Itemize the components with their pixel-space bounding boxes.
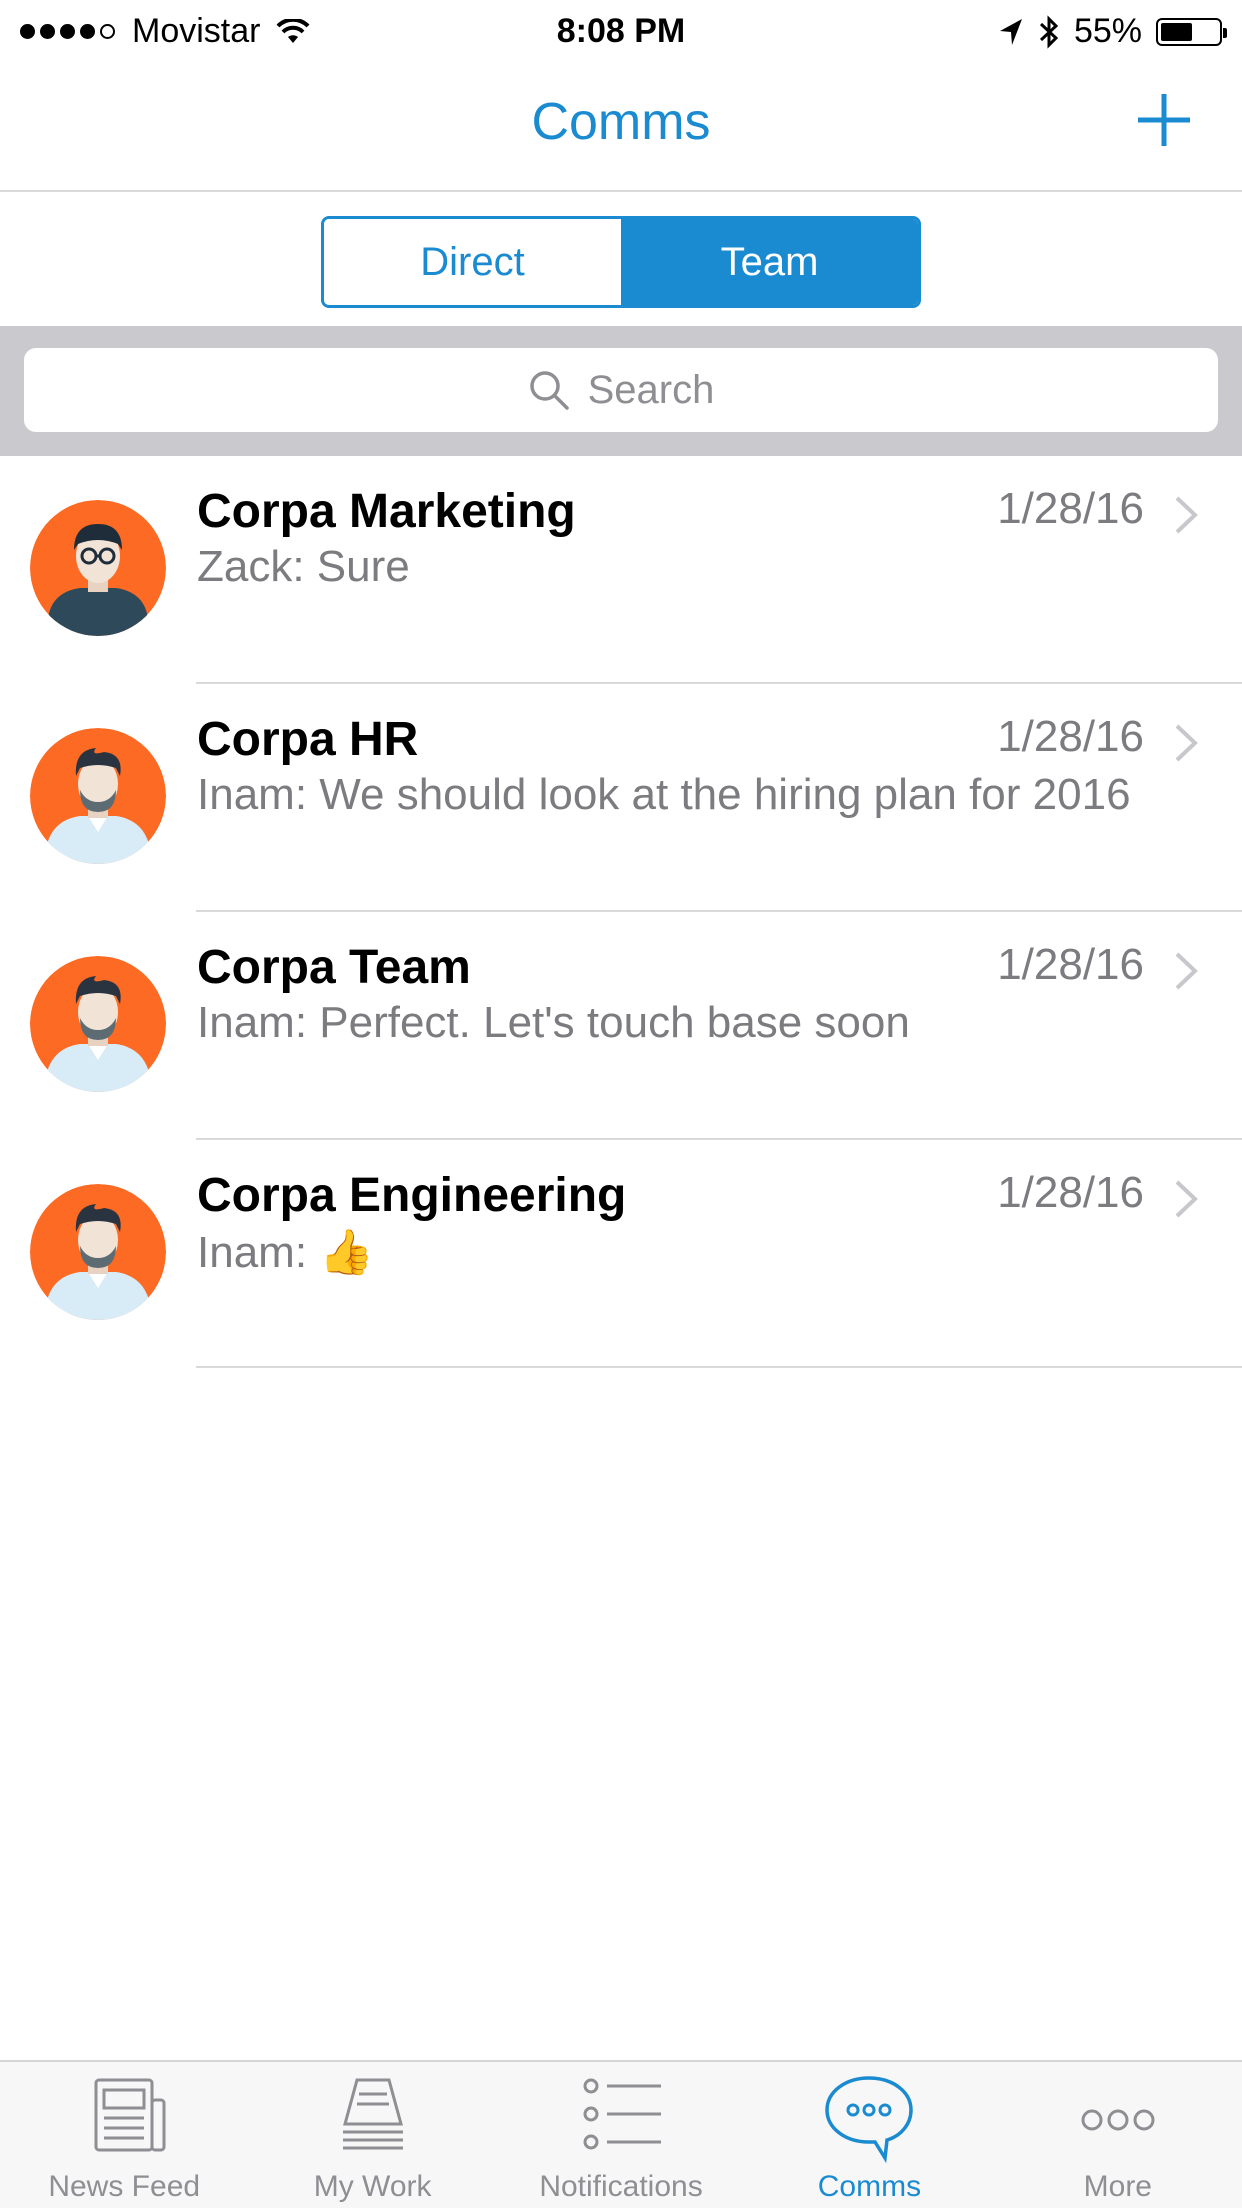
conversation-preview: Zack: Sure	[197, 542, 410, 591]
segment-direct[interactable]: Direct	[324, 219, 621, 305]
chevron-right-icon	[1175, 724, 1198, 762]
chevron-right-icon	[1175, 1180, 1198, 1218]
conversation-preview: Inam: 👍	[197, 1228, 375, 1277]
conversation-date: 1/28/16	[997, 940, 1144, 989]
search-icon	[529, 371, 569, 410]
conversation-title: Corpa HR	[197, 713, 419, 766]
chevron-right-icon	[1175, 496, 1198, 534]
add-button[interactable]	[1136, 92, 1192, 148]
tab-label: Notifications	[539, 2170, 703, 2203]
tab-label: My Work	[313, 2170, 432, 2203]
search-input[interactable]: Search	[24, 348, 1218, 432]
conversation-row[interactable]: Corpa HR 1/28/16 Inam: We should look at…	[0, 684, 1242, 912]
conversation-date: 1/28/16	[997, 712, 1144, 761]
man-beard-avatar	[30, 728, 166, 864]
conversation-list: Corpa Marketing 1/28/16 Zack: Sure Corpa…	[0, 456, 1242, 1368]
chevron-right-icon	[1175, 952, 1198, 990]
tab-my-work[interactable]: My Work	[248, 2062, 496, 2208]
man-glasses-avatar	[30, 500, 166, 636]
inbox-tray-icon	[342, 2078, 403, 2150]
list-icon	[583, 2078, 662, 2150]
navigation-bar: Comms	[0, 62, 1242, 192]
tab-news-feed[interactable]: News Feed	[0, 2062, 248, 2208]
battery-icon	[1156, 17, 1227, 46]
chat-bubble-icon	[825, 2076, 914, 2164]
battery-percent: 55%	[1073, 12, 1142, 50]
tab-notifications[interactable]: Notifications	[497, 2062, 745, 2208]
newspaper-icon	[94, 2078, 166, 2152]
search-bar: Search	[0, 326, 1242, 456]
man-beard-avatar	[30, 956, 166, 1092]
page-title: Comms	[531, 93, 711, 151]
conversation-preview: Inam: Perfect. Let's touch base soon	[197, 998, 910, 1047]
segment-team[interactable]: Team	[621, 219, 918, 305]
conversation-row[interactable]: Corpa Marketing 1/28/16 Zack: Sure	[0, 456, 1242, 684]
status-bar: Movistar 8:08 PM 55%	[0, 0, 1242, 62]
conversation-preview: Inam: We should look at the hiring plan …	[197, 770, 1131, 819]
man-beard-avatar	[30, 1184, 166, 1320]
conversation-title: Corpa Team	[197, 941, 471, 994]
search-placeholder: Search	[587, 367, 715, 412]
tab-comms[interactable]: Comms	[745, 2062, 993, 2208]
conversation-row[interactable]: Corpa Engineering 1/28/16 Inam: 👍	[0, 1140, 1242, 1368]
row-divider	[196, 1366, 1242, 1368]
bluetooth-icon	[1039, 14, 1059, 49]
conversation-title: Corpa Marketing	[197, 485, 576, 538]
tab-label: More	[1083, 2170, 1152, 2203]
more-dots-icon	[1081, 2109, 1155, 2131]
tab-bar: News Feed My Work Notifications Comms Mo…	[0, 2060, 1242, 2208]
conversation-date: 1/28/16	[997, 1168, 1144, 1217]
conversation-date: 1/28/16	[997, 484, 1144, 533]
tab-label: News Feed	[48, 2170, 201, 2203]
location-arrow-icon	[999, 18, 1022, 45]
segmented-control: Direct Team	[321, 216, 921, 308]
tab-label: Comms	[817, 2170, 922, 2203]
tab-more[interactable]: More	[994, 2062, 1242, 2208]
status-right: 55%	[984, 12, 1227, 51]
conversation-title: Corpa Engineering	[197, 1169, 627, 1222]
conversation-row[interactable]: Corpa Team 1/28/16 Inam: Perfect. Let's …	[0, 912, 1242, 1140]
